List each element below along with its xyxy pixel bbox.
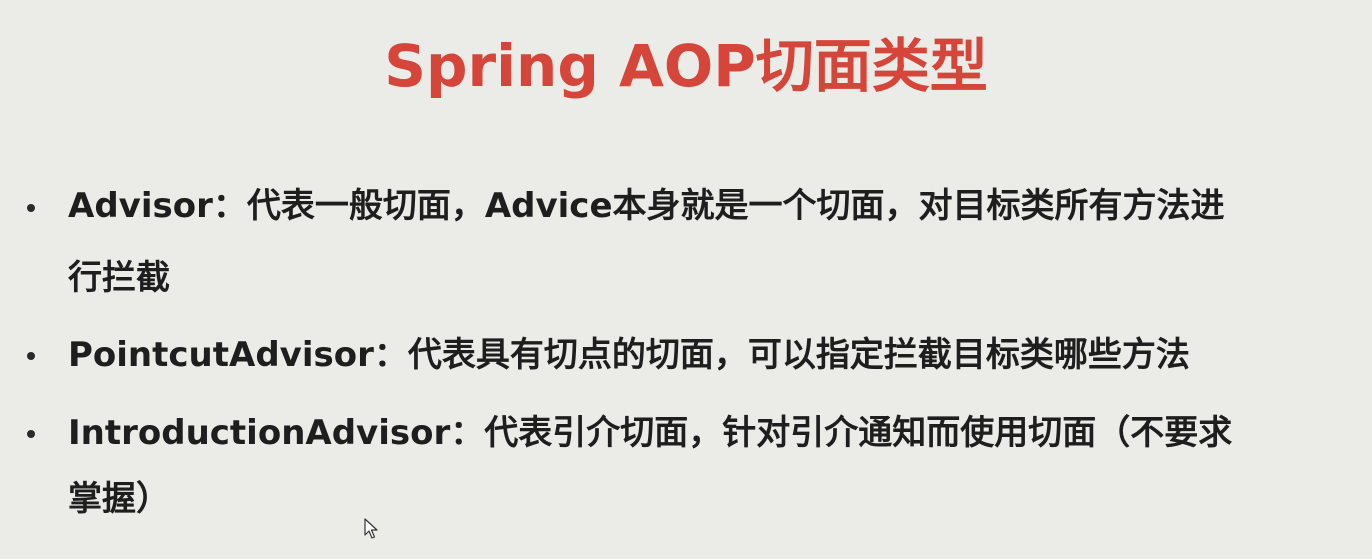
bullet-text-line: 行拦截 bbox=[68, 258, 170, 298]
bullet-text-line: 掌握） bbox=[68, 479, 170, 519]
bullet-text-line: PointcutAdvisor：代表具有切点的切面，可以指定拦截目标类哪些方法 bbox=[68, 335, 1190, 375]
mouse-pointer-icon bbox=[364, 518, 378, 539]
slide-title: Spring AOP切面类型 bbox=[384, 32, 988, 100]
bullet-text-line: IntroductionAdvisor：代表引介切面，针对引介通知而使用切面（不… bbox=[68, 413, 1233, 453]
bullet-dot-icon bbox=[27, 430, 35, 438]
bullet-dot-icon bbox=[27, 352, 35, 360]
slide: Spring AOP切面类型 Advisor：代表一般切面，Advice本身就是… bbox=[0, 0, 1372, 559]
bullet-dot-icon bbox=[27, 204, 35, 212]
bullet-text-line: Advisor：代表一般切面，Advice本身就是一个切面，对目标类所有方法进 bbox=[68, 186, 1225, 226]
